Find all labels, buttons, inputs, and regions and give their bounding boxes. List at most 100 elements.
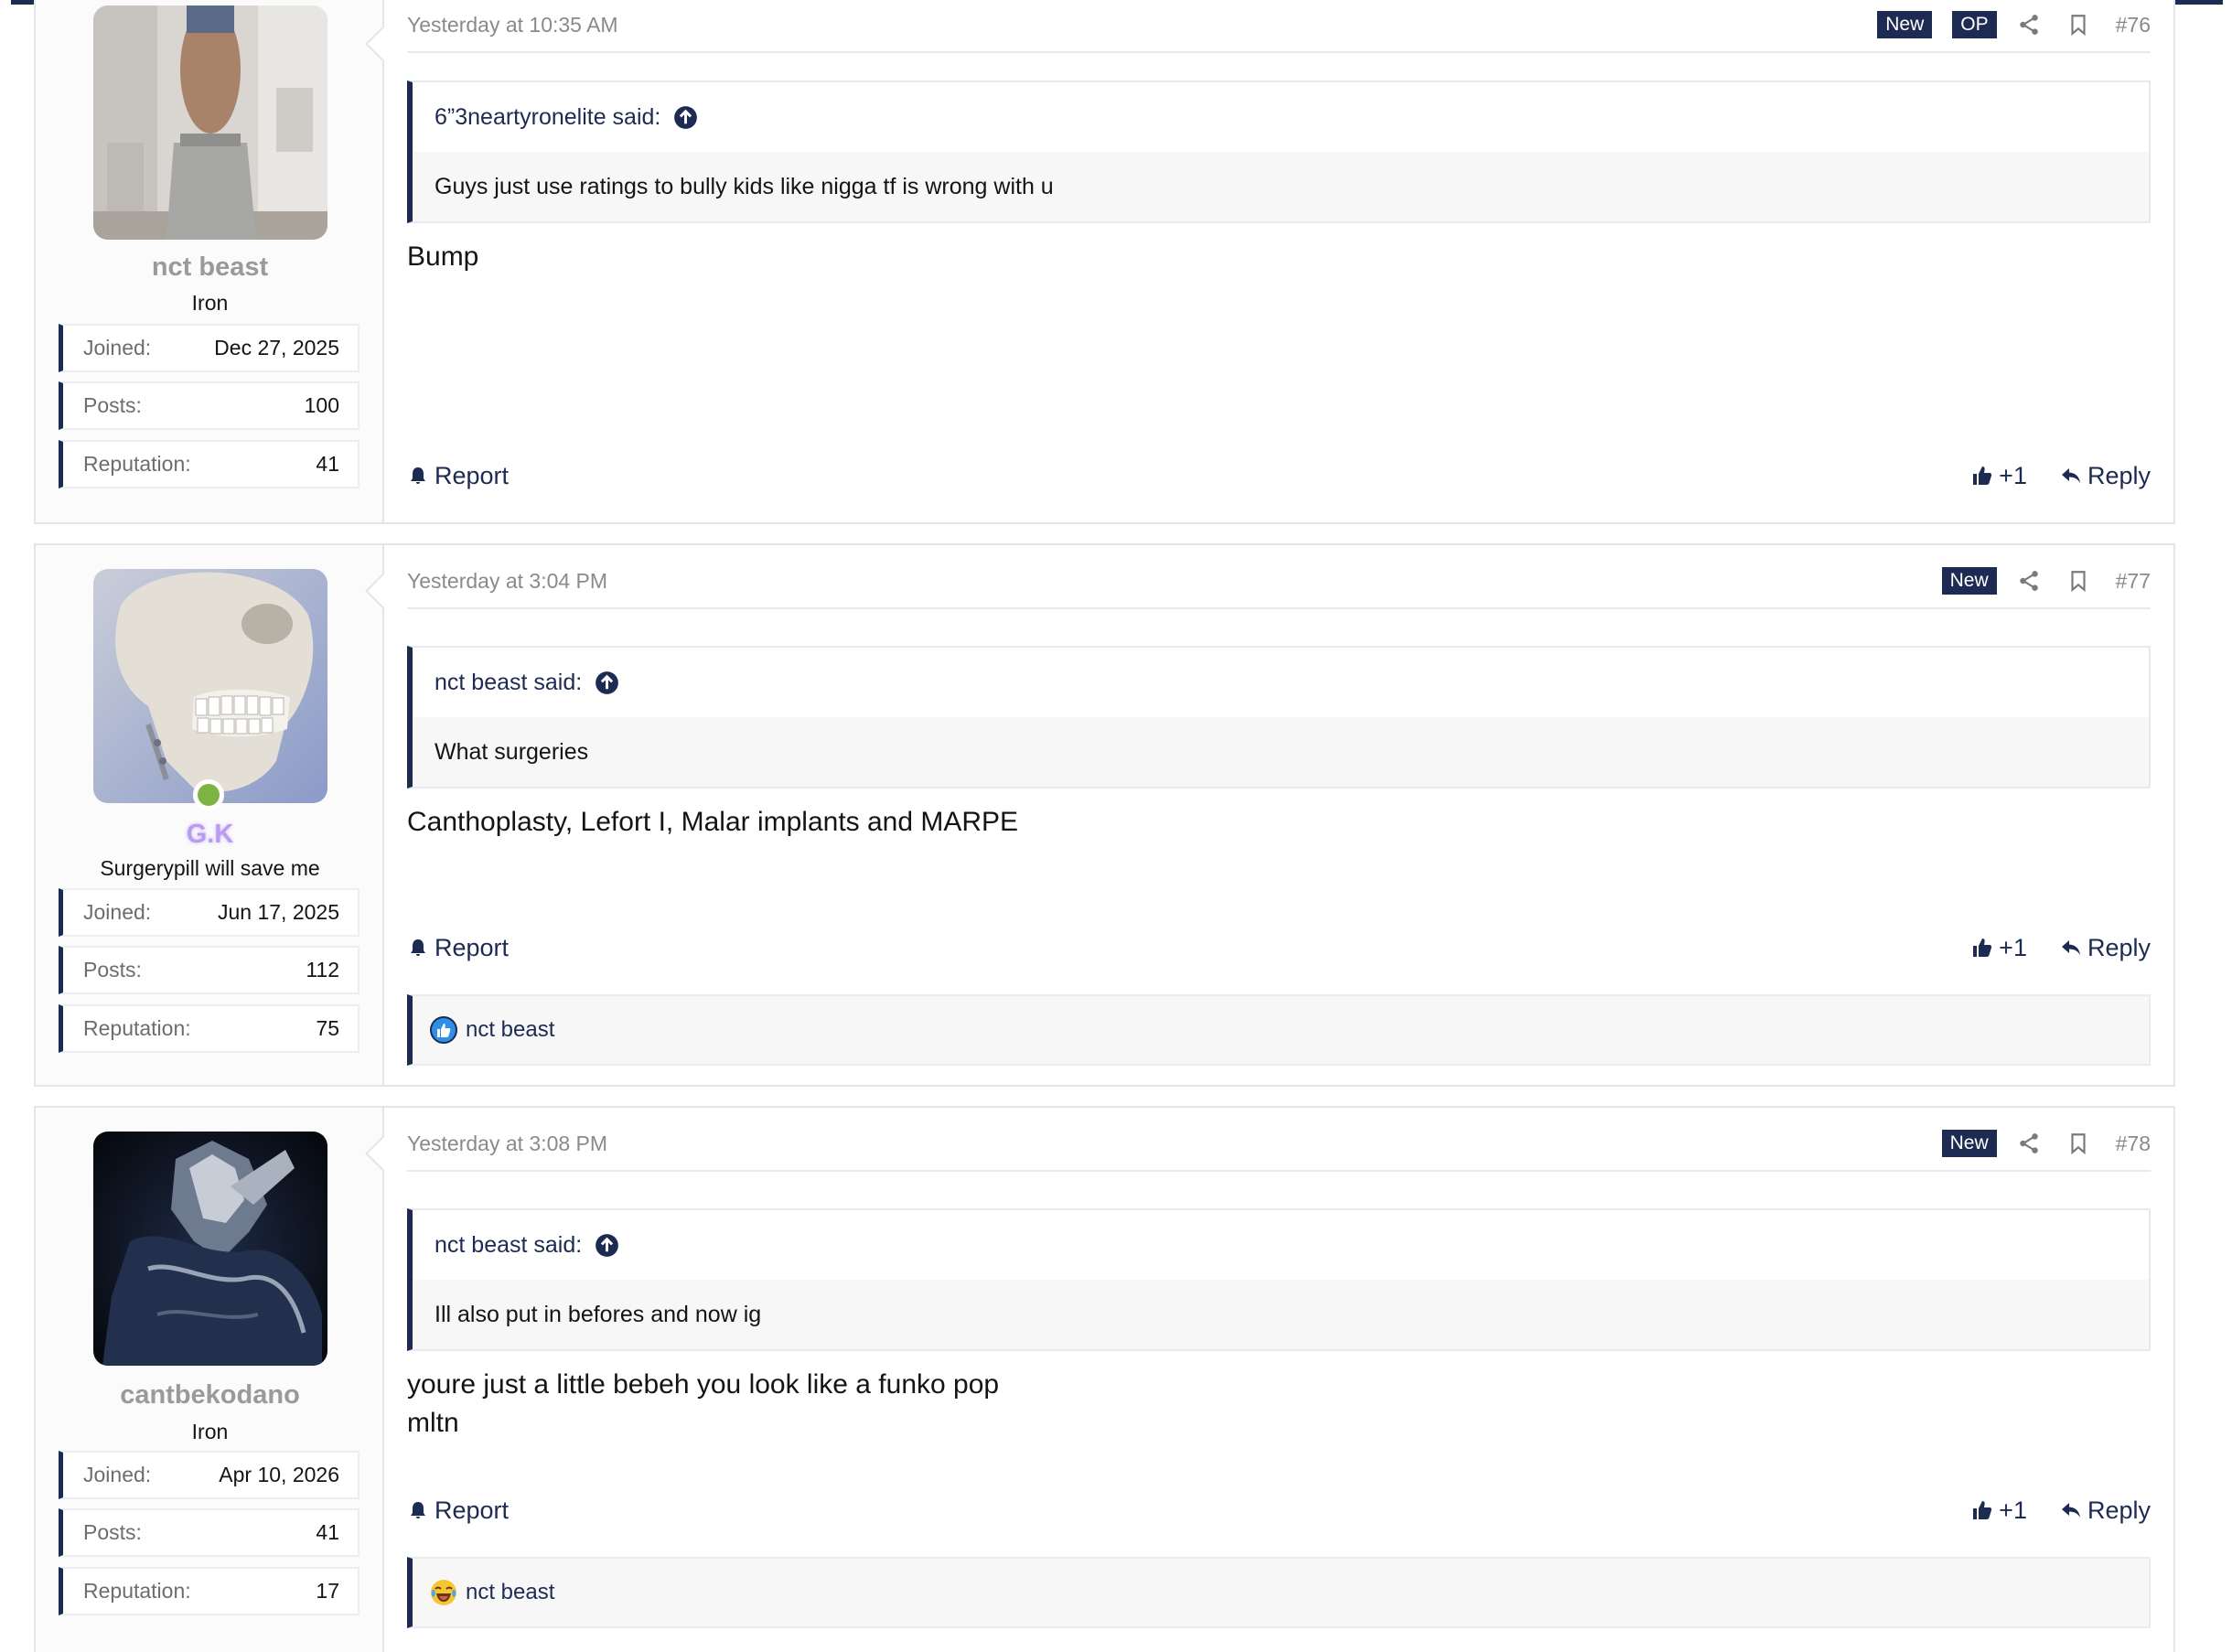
bookmark-icon[interactable]: [2066, 13, 2090, 37]
new-badge: New: [1941, 1130, 1997, 1157]
share-icon[interactable]: [2017, 1132, 2041, 1155]
post-body-line: Canthoplasty, Lefort I, Malar implants a…: [407, 807, 1019, 837]
reactions-bar[interactable]: nct beast: [407, 1557, 2151, 1628]
reply-icon: [2061, 468, 2080, 483]
reaction-user-link[interactable]: nct beast: [466, 1017, 554, 1043]
username[interactable]: G.K: [36, 820, 384, 850]
user-info: nct beast Iron Joined: Dec 27, 2025 Post…: [36, 0, 384, 522]
quote-author[interactable]: nct beast said:: [435, 670, 582, 696]
stat-value: 75: [316, 1016, 339, 1040]
stat-label: Posts:: [83, 958, 142, 982]
avatar[interactable]: [93, 569, 327, 803]
message-header-actions: New OP #76: [1877, 11, 2151, 38]
post-body-line: mltn: [407, 1408, 459, 1438]
quote-text: Guys just use ratings to bully kids like…: [413, 152, 2149, 221]
reply-button[interactable]: Reply: [2060, 1496, 2151, 1525]
username[interactable]: nct beast: [36, 252, 384, 283]
quote-header[interactable]: nct beast said:: [413, 1210, 2149, 1280]
reply-button[interactable]: Reply: [2060, 934, 2151, 962]
stat-value: Jun 17, 2025: [217, 900, 339, 924]
jump-to-quote-icon[interactable]: [673, 105, 698, 130]
reply-icon: [2061, 940, 2080, 955]
reply-label: Reply: [2087, 933, 2151, 961]
new-badge: New: [1877, 11, 1933, 38]
bookmark-icon[interactable]: [2066, 1132, 2090, 1155]
stat-label: Reputation:: [83, 1579, 191, 1603]
stat-joined: Joined: Apr 10, 2026: [59, 1451, 359, 1499]
post-76: nct beast Iron Joined: Dec 27, 2025 Post…: [34, 0, 2175, 524]
post-body: youre just a little bebeh you look like …: [407, 1366, 999, 1443]
message-header-actions: New #77: [1941, 567, 2151, 595]
bell-icon: [411, 467, 425, 484]
report-button[interactable]: Report: [407, 462, 509, 490]
post-date[interactable]: Yesterday at 3:08 PM: [407, 1132, 607, 1156]
reply-icon: [2061, 1503, 2080, 1518]
op-badge: OP: [1952, 11, 1997, 38]
post-number[interactable]: #78: [2116, 1132, 2151, 1156]
post-actions-right: +1 Reply: [1971, 1496, 2151, 1525]
report-label: Report: [435, 1496, 510, 1524]
quote-header[interactable]: 6”3neartyronelite said:: [413, 82, 2149, 152]
reply-button[interactable]: Reply: [2060, 462, 2151, 490]
quote-block: nct beast said: What surgeries: [407, 646, 2151, 788]
user-info: G.K Surgerypill will save me Joined: Jun…: [36, 545, 384, 1085]
avatar[interactable]: [93, 1132, 327, 1366]
user-title: Surgerypill will save me: [100, 856, 320, 880]
bell-icon: [411, 1502, 425, 1518]
quote-block: nct beast said: Ill also put in befores …: [407, 1208, 2151, 1351]
laugh-cry-reaction-icon: [429, 1578, 458, 1607]
post-actions: Report +1 Reply: [407, 457, 2151, 494]
stat-reputation: Reputation: 41: [59, 440, 359, 488]
stat-label: Reputation:: [83, 452, 191, 476]
bookmark-icon[interactable]: [2066, 569, 2090, 593]
like-label: +1: [1999, 933, 2027, 961]
message-header: Yesterday at 3:08 PM New #78: [407, 1117, 2151, 1172]
username[interactable]: cantbekodano: [36, 1380, 384, 1411]
report-button[interactable]: Report: [407, 934, 509, 962]
report-button[interactable]: Report: [407, 1496, 509, 1525]
reply-label: Reply: [2087, 461, 2151, 489]
jump-to-quote-icon[interactable]: [595, 1233, 619, 1258]
stat-label: Joined:: [83, 900, 152, 924]
thumbs-up-icon: [1973, 467, 1992, 485]
post-number[interactable]: #76: [2116, 13, 2151, 38]
reactions-bar[interactable]: nct beast: [407, 994, 2151, 1066]
message: Yesterday at 3:04 PM New #77 nct beast s…: [384, 545, 2173, 1085]
share-icon[interactable]: [2017, 569, 2041, 593]
stat-value: Dec 27, 2025: [214, 336, 339, 359]
like-reaction-icon: [429, 1015, 458, 1045]
like-button[interactable]: +1: [1971, 462, 2027, 490]
quote-header[interactable]: nct beast said:: [413, 648, 2149, 717]
share-icon[interactable]: [2017, 13, 2041, 37]
post-actions: Report +1 Reply: [407, 929, 2151, 966]
stat-joined: Joined: Dec 27, 2025: [59, 324, 359, 372]
report-label: Report: [435, 933, 510, 961]
stat-label: Joined:: [83, 1463, 152, 1486]
quote-author[interactable]: 6”3neartyronelite said:: [435, 104, 660, 131]
quote-author[interactable]: nct beast said:: [435, 1232, 582, 1259]
post-actions-right: +1 Reply: [1971, 462, 2151, 490]
post-date[interactable]: Yesterday at 3:04 PM: [407, 569, 607, 594]
quote-block: 6”3neartyronelite said: Guys just use ra…: [407, 80, 2151, 223]
stat-reputation: Reputation: 17: [59, 1567, 359, 1615]
stat-value: 112: [306, 958, 339, 982]
post-77: G.K Surgerypill will save me Joined: Jun…: [34, 543, 2175, 1087]
stat-value: 100: [304, 393, 339, 417]
reaction-user-link[interactable]: nct beast: [466, 1580, 554, 1605]
post-78: cantbekodano Iron Joined: Apr 10, 2026 P…: [34, 1106, 2175, 1652]
message: Yesterday at 10:35 AM New OP #76 6”3near…: [384, 0, 2173, 522]
user-info: cantbekodano Iron Joined: Apr 10, 2026 P…: [36, 1108, 384, 1652]
like-label: +1: [1999, 461, 2027, 489]
like-button[interactable]: +1: [1971, 1496, 2027, 1525]
stat-label: Posts:: [83, 1520, 142, 1544]
new-badge: New: [1941, 567, 1997, 595]
avatar[interactable]: [93, 5, 327, 240]
thumbs-up-icon: [1973, 1501, 1992, 1519]
stat-label: Reputation:: [83, 1016, 191, 1040]
post-number[interactable]: #77: [2116, 569, 2151, 594]
stat-posts: Posts: 112: [59, 946, 359, 994]
jump-to-quote-icon[interactable]: [595, 670, 619, 695]
like-button[interactable]: +1: [1971, 934, 2027, 962]
post-body: Bump: [407, 238, 478, 276]
post-date[interactable]: Yesterday at 10:35 AM: [407, 13, 618, 38]
